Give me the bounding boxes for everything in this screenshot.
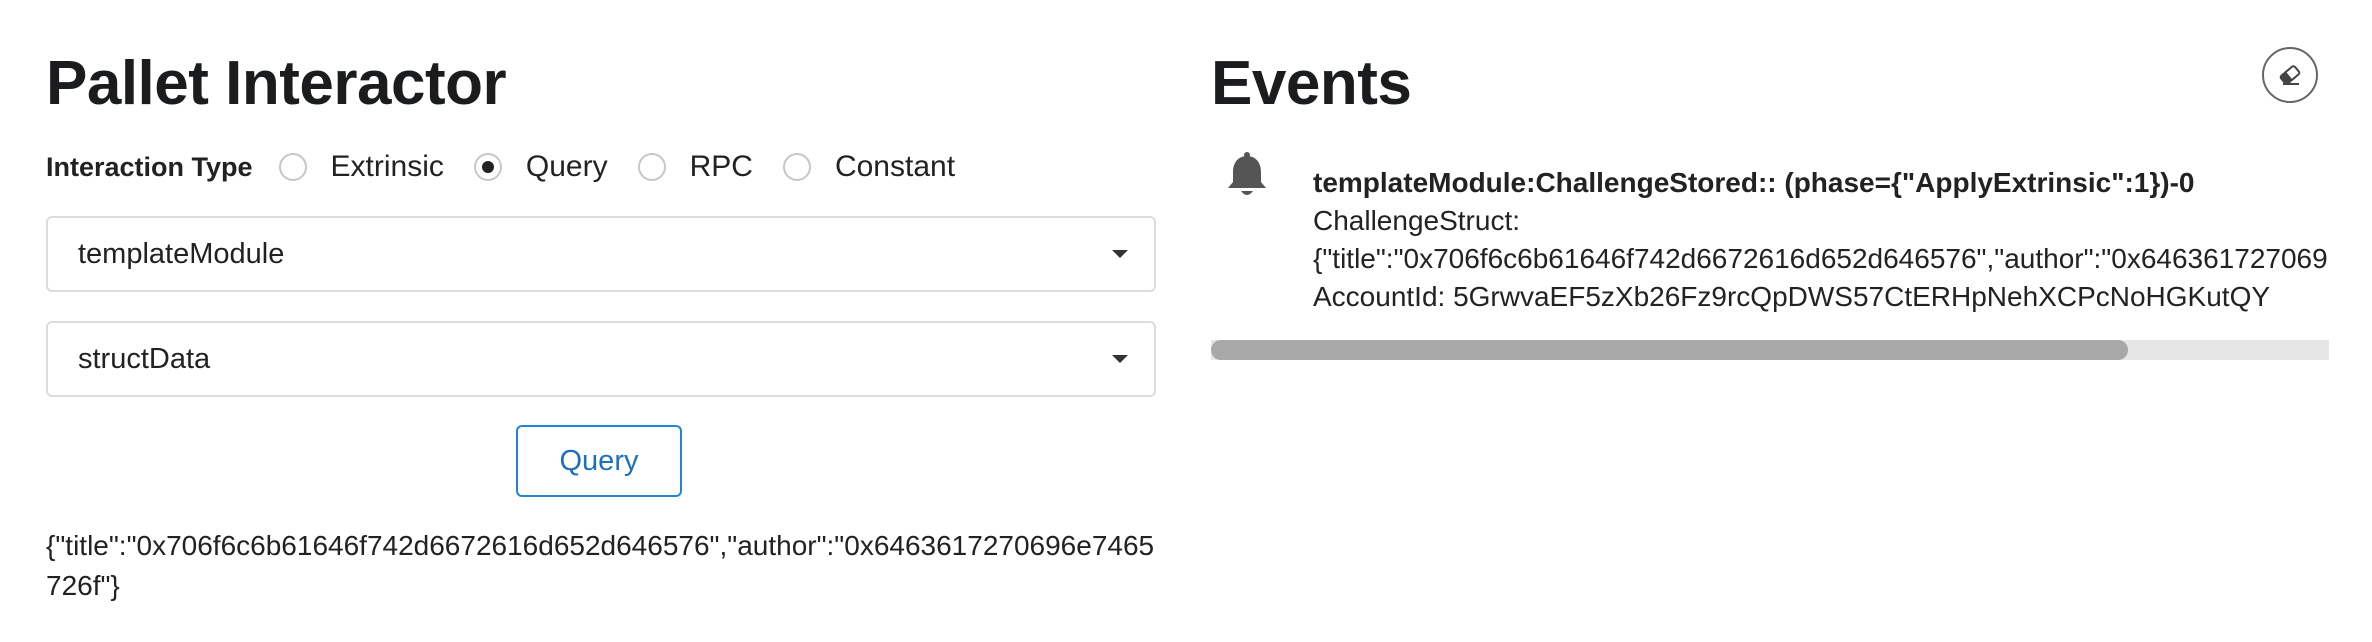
query-result: {"title":"0x706f6c6b61646f742d6672616d65…	[46, 530, 1155, 601]
clear-events-button[interactable]	[2262, 47, 2318, 103]
event-line: {"title":"0x706f6c6b61646f742d6672616d65…	[1313, 243, 2329, 274]
callable-select-value: structData	[78, 342, 211, 375]
eraser-icon	[2279, 65, 2301, 85]
chevron-down-icon[interactable]	[1112, 355, 1128, 363]
radio-rpc-circle[interactable]	[637, 153, 666, 181]
pallet-select-value: templateModule	[78, 237, 285, 270]
radio-query-circle[interactable]	[473, 153, 502, 181]
event-header: templateModule:ChallengeStored:: (phase=…	[1313, 167, 2195, 198]
callable-select[interactable]: structData	[46, 321, 1156, 397]
query-button[interactable]: Query	[516, 425, 682, 497]
bell-icon	[1228, 152, 1266, 195]
horizontal-scrollbar[interactable]	[1211, 340, 2329, 360]
radio-rpc-label[interactable]: RPC	[690, 150, 753, 184]
page-title: Pallet Interactor	[46, 49, 507, 118]
radio-extrinsic-circle[interactable]	[278, 153, 307, 181]
scrollbar-thumb[interactable]	[1211, 340, 2128, 360]
radio-rpc[interactable]: RPC	[637, 150, 753, 184]
interaction-type-label: Interaction Type	[46, 151, 253, 182]
event-line: ChallengeStruct:	[1313, 205, 1521, 236]
event-line: AccountId: 5GrwvaEF5zXb26Fz9rcQpDWS57CtE…	[1313, 281, 2271, 312]
event-details: templateModule:ChallengeStored:: (phase=…	[1313, 164, 2329, 316]
chevron-down-icon[interactable]	[1112, 250, 1128, 258]
radio-extrinsic[interactable]: Extrinsic	[278, 150, 444, 184]
pallet-select[interactable]: templateModule	[46, 216, 1156, 292]
radio-query[interactable]: Query	[473, 150, 608, 184]
radio-constant-label[interactable]: Constant	[835, 150, 955, 184]
interaction-type-group: Interaction Type Extrinsic Query RPC Con…	[46, 145, 985, 189]
radio-constant-circle[interactable]	[782, 153, 811, 181]
radio-query-label[interactable]: Query	[526, 150, 608, 184]
radio-extrinsic-label[interactable]: Extrinsic	[331, 150, 444, 184]
events-title: Events	[1211, 49, 1412, 118]
radio-constant[interactable]: Constant	[782, 150, 955, 184]
